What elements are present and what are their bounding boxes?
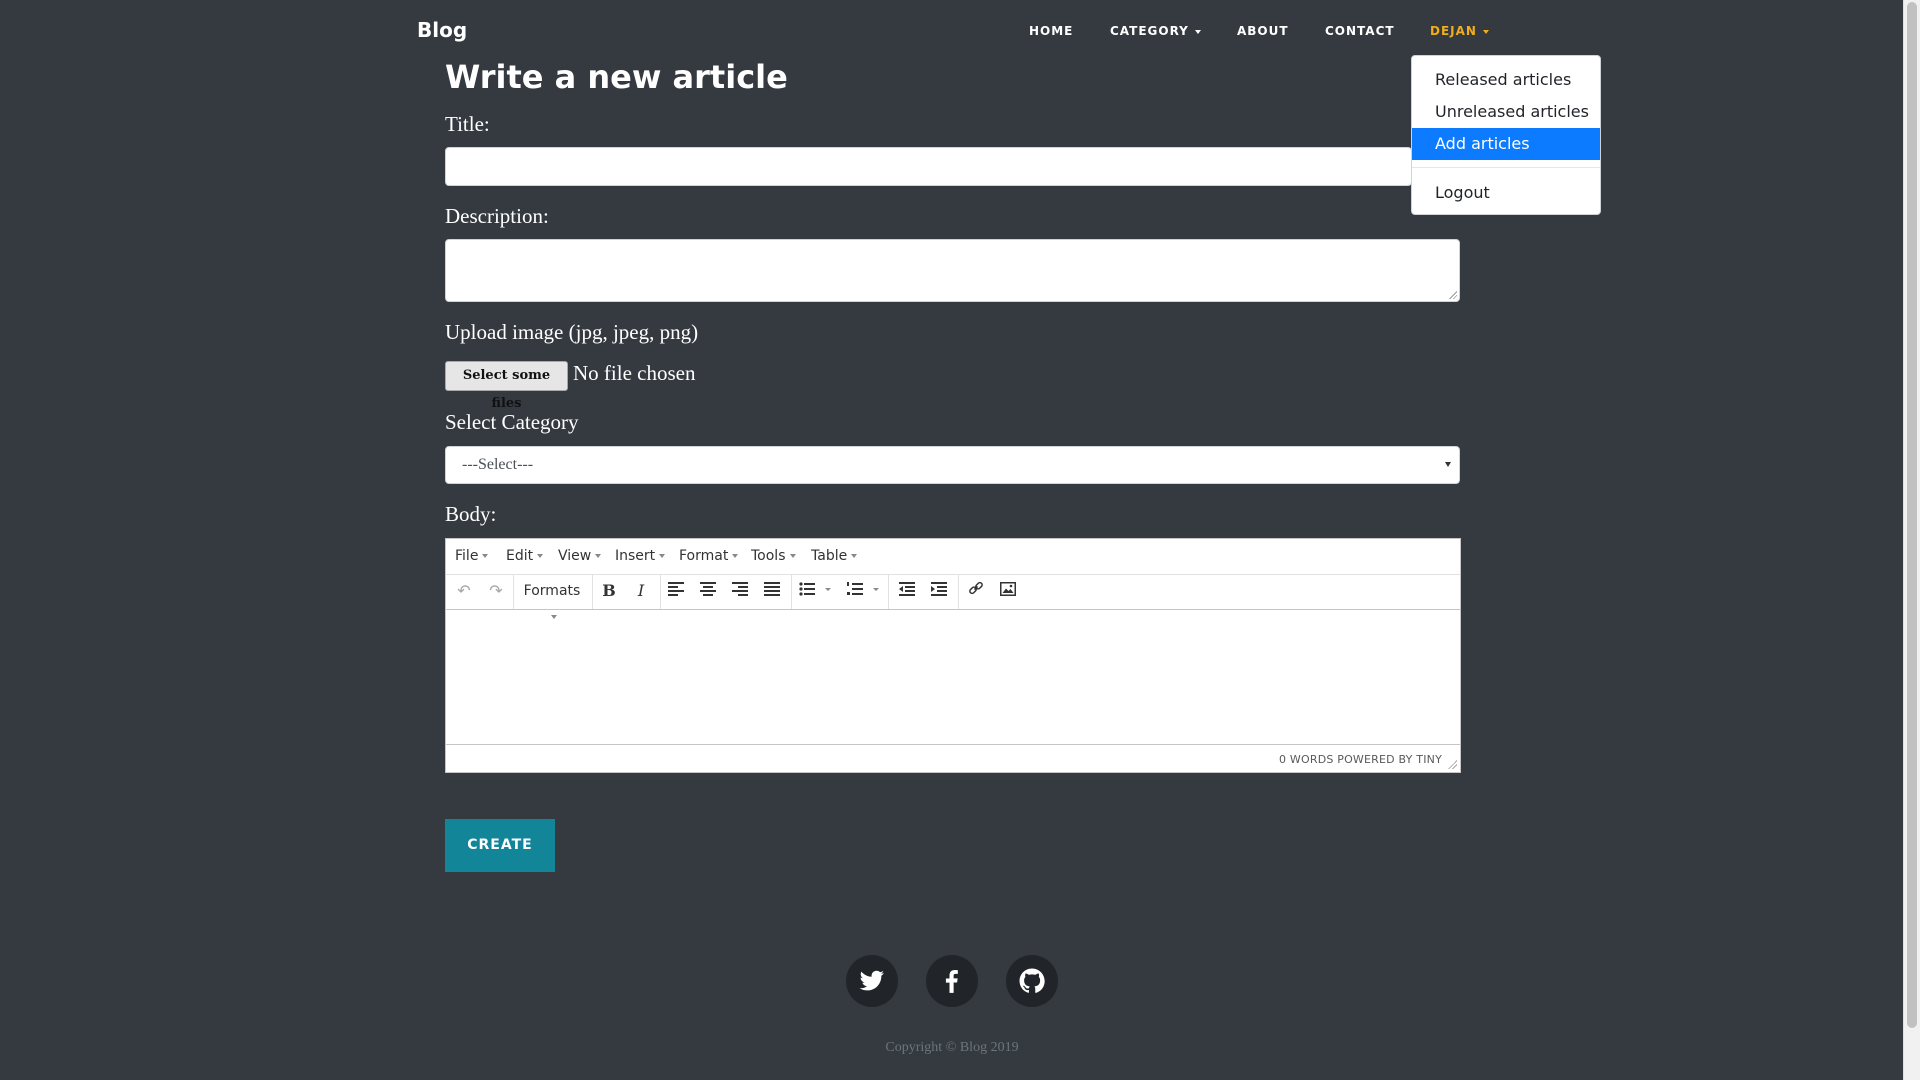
github-icon (1019, 968, 1045, 993)
description-label: Description: (445, 204, 549, 228)
editor-toolbar: ↶ ↷ Formats B I (446, 574, 1460, 619)
rich-text-editor: File Edit View Insert Format Tools Table… (445, 538, 1461, 773)
chevron-down-icon (851, 554, 858, 558)
toolbar-separator (592, 574, 593, 609)
menu-item-released-articles[interactable]: Released articles (1412, 64, 1600, 96)
menu-label: View (558, 548, 592, 564)
menu-label: File (455, 548, 479, 564)
editor-menu-edit[interactable]: Edit (506, 548, 544, 564)
outdent-icon[interactable] (895, 578, 919, 604)
facebook-link[interactable] (926, 955, 978, 1007)
editor-menu-file[interactable]: File (455, 548, 489, 564)
editor-menu-insert[interactable]: Insert (615, 548, 666, 564)
undo-icon[interactable]: ↶ (453, 578, 475, 604)
category-select-value: ---Select--- (462, 456, 534, 473)
bullet-list-icon[interactable] (796, 578, 834, 604)
dropdown-divider (1412, 167, 1600, 168)
menu-label: Tools (751, 548, 786, 564)
formats-dropdown[interactable]: Formats (519, 578, 585, 619)
menu-label: Table (811, 548, 848, 564)
description-textarea[interactable] (445, 239, 1460, 302)
title-label: Title: (445, 112, 490, 136)
bold-icon[interactable]: B (598, 578, 620, 604)
menu-item-add-articles[interactable]: Add articles (1412, 128, 1600, 160)
nav-user-label: DEJAN (1430, 24, 1477, 38)
nav-about[interactable]: ABOUT (1237, 24, 1289, 40)
twitter-link[interactable] (846, 955, 898, 1007)
numbered-list-icon[interactable] (844, 578, 882, 604)
nav-contact[interactable]: CONTACT (1325, 24, 1395, 40)
chevron-down-icon (1445, 462, 1451, 467)
editor-statusbar: 0 WORDS POWERED BY TINY (446, 744, 1460, 772)
editor-menu-table[interactable]: Table (811, 548, 858, 564)
italic-icon[interactable]: I (630, 578, 652, 604)
redo-icon[interactable]: ↷ (485, 578, 507, 604)
github-link[interactable] (1006, 955, 1058, 1007)
editor-menubar: File Edit View Insert Format Tools Table (446, 539, 1460, 575)
formats-label: Formats (523, 583, 581, 599)
align-center-icon[interactable] (696, 578, 720, 604)
chevron-down-icon (659, 554, 666, 558)
chevron-down-icon (482, 554, 489, 558)
nav-category-label: CATEGORY (1110, 24, 1189, 38)
title-input[interactable] (445, 147, 1412, 186)
page-scrollbar[interactable] (1903, 0, 1920, 1080)
align-justify-icon[interactable] (760, 578, 784, 604)
chevron-down-icon (1194, 29, 1201, 34)
scrollbar-thumb[interactable] (1907, 2, 1917, 1028)
image-icon[interactable] (996, 578, 1020, 604)
user-dropdown-menu: Released articles Unreleased articles Ad… (1411, 55, 1601, 215)
editor-menu-tools[interactable]: Tools (751, 548, 796, 564)
page-title: Write a new article (445, 58, 788, 96)
twitter-icon (859, 970, 884, 991)
brand-logo[interactable]: Blog (417, 18, 467, 42)
menu-item-logout[interactable]: Logout (1412, 177, 1600, 209)
resize-handle-icon[interactable] (1448, 760, 1457, 769)
word-count-status: 0 WORDS POWERED BY TINY (1279, 753, 1442, 766)
toolbar-separator (791, 574, 792, 609)
page: Blog HOME CATEGORY ABOUT CONTACT DEJAN R… (0, 0, 1904, 1080)
align-right-icon[interactable] (728, 578, 752, 604)
menu-item-unreleased-articles[interactable]: Unreleased articles (1412, 96, 1600, 128)
resize-handle-icon[interactable] (1449, 291, 1457, 299)
editor-content-area[interactable] (446, 610, 1460, 744)
facebook-icon (945, 970, 958, 993)
link-icon[interactable] (964, 578, 988, 604)
menu-label: Insert (615, 548, 656, 564)
editor-menu-format[interactable]: Format (679, 548, 739, 564)
nav-user-menu[interactable]: DEJAN (1430, 24, 1489, 40)
indent-icon[interactable] (927, 578, 951, 604)
menu-label: Edit (506, 548, 534, 564)
toolbar-separator (958, 574, 959, 609)
chevron-down-icon (595, 554, 602, 558)
chevron-down-icon (537, 554, 544, 558)
nav-category[interactable]: CATEGORY (1110, 24, 1201, 40)
nav-home[interactable]: HOME (1029, 24, 1073, 40)
chevron-down-icon (732, 554, 739, 558)
align-left-icon[interactable] (664, 578, 688, 604)
create-button[interactable]: CREATE (445, 819, 555, 872)
copyright-text: Copyright © Blog 2019 (885, 1040, 1019, 1055)
toolbar-separator (888, 574, 889, 609)
chevron-down-icon (789, 554, 796, 558)
menu-label: Format (679, 548, 729, 564)
category-label: Select Category (445, 410, 579, 434)
upload-label: Upload image (jpg, jpeg, png) (445, 320, 699, 344)
category-select[interactable]: ---Select--- (445, 446, 1460, 484)
editor-menu-view[interactable]: View (558, 548, 602, 564)
toolbar-separator (513, 574, 514, 609)
toolbar-separator (660, 574, 661, 609)
file-status-text: No file chosen (573, 361, 696, 385)
body-label: Body: (445, 502, 497, 526)
chevron-down-icon (1482, 29, 1489, 34)
select-files-button[interactable]: Select some files (445, 361, 568, 411)
